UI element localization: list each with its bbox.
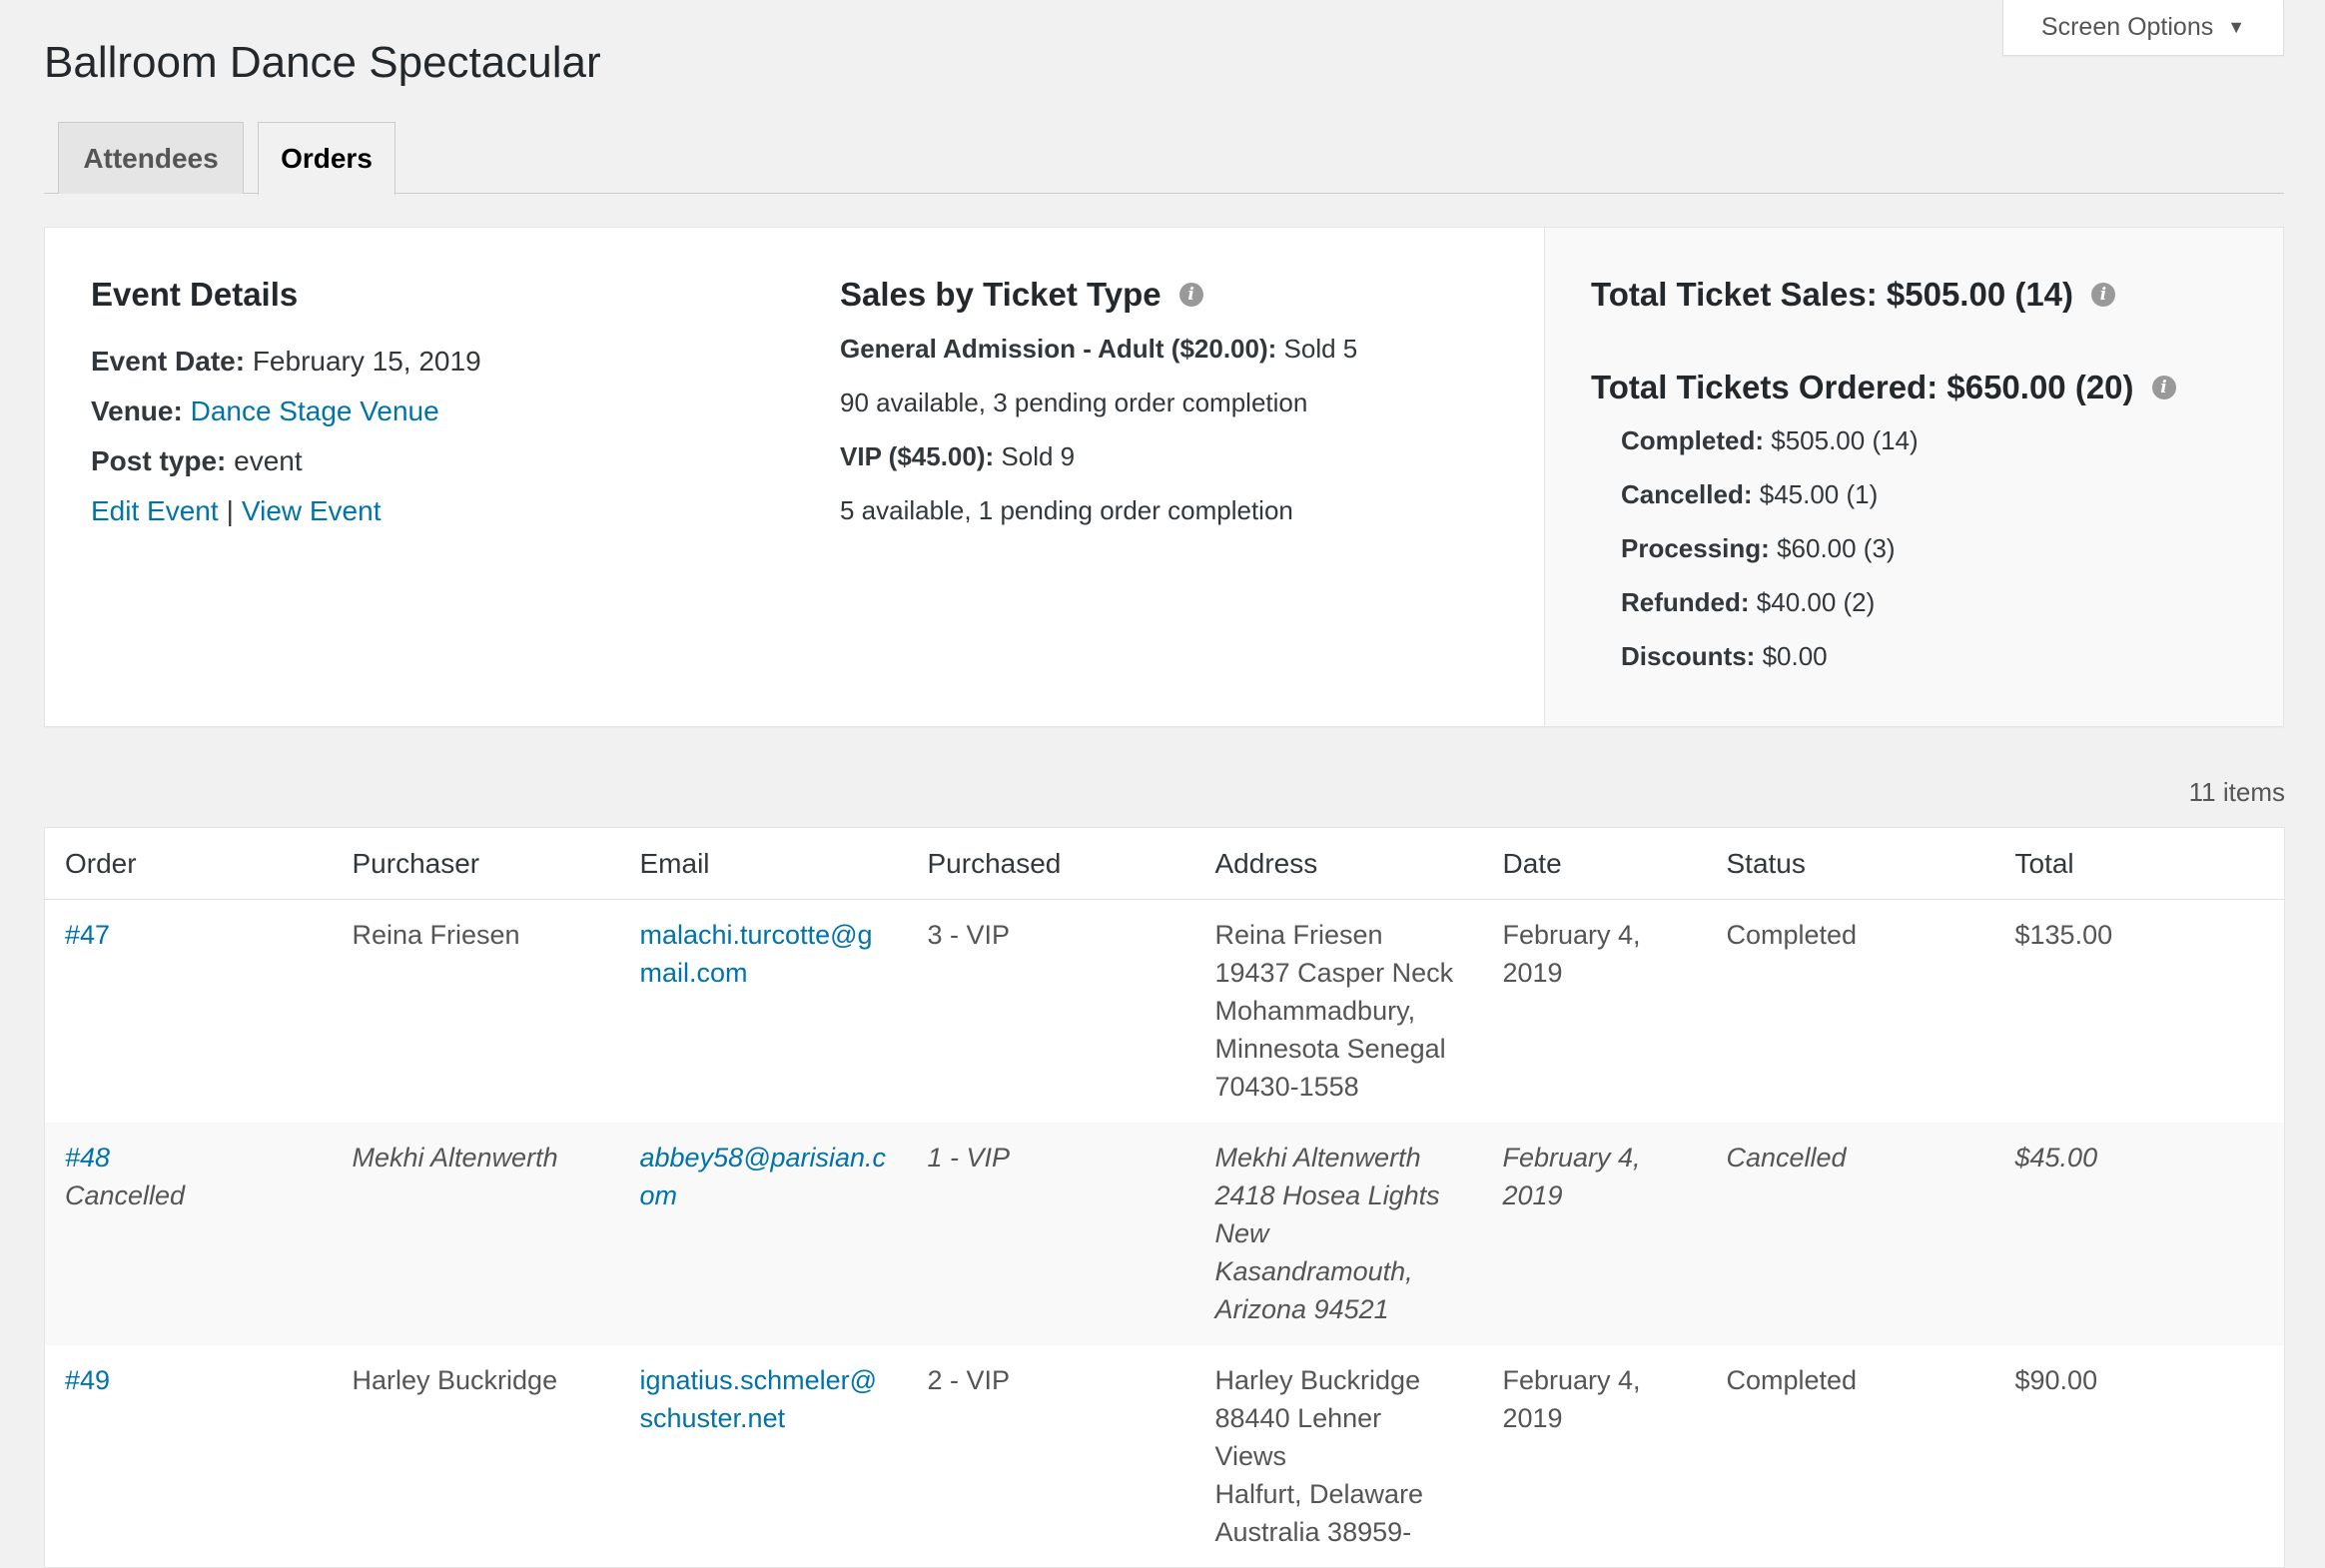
ticket-availability: 5 available, 1 pending order completion (840, 495, 1293, 525)
purchaser-cell: Harley Buckridge (352, 1364, 558, 1395)
column-header-address[interactable]: Address (1194, 827, 1483, 900)
tab-bar: Attendees Orders (44, 122, 2284, 195)
info-icon[interactable]: i (1178, 283, 1203, 307)
orders-table: Order Purchaser Email Purchased Address … (44, 827, 2285, 1568)
total-ticket-sales: Total Ticket Sales: $505.00 (14) i (1591, 276, 2116, 314)
screen-options-button[interactable]: Screen Options ▼ (2002, 0, 2284, 56)
ticket-type-line: General Admission - Adult ($20.00): Sold… (840, 334, 1358, 364)
event-links: Edit Event | View Event (91, 495, 381, 527)
address-cell: Mekhi Altenwerth 2418 Hosea Lights New Kasa… (1194, 1122, 1483, 1345)
totals-section: Total Ticket Sales: $505.00 (14) i Total … (1544, 228, 2283, 726)
status-cell: Cancelled (1706, 1122, 1995, 1345)
purchased-cell: 1 - VIP (907, 1122, 1195, 1345)
email-cell: ignatius.schmeler@schuster.net (620, 1345, 908, 1568)
tab-attendees[interactable]: Attendees (58, 122, 244, 194)
email-cell: malachi.turcotte@gmail.com (620, 900, 908, 1123)
screen-options-label: Screen Options (2040, 13, 2214, 41)
email-cell: abbey58@parisian.com (619, 1122, 908, 1345)
order-link[interactable]: #47 (65, 920, 110, 950)
order-cell: #49 (45, 1345, 333, 1568)
email-link[interactable]: malachi.turcotte@gmail.com (640, 920, 873, 988)
ticket-availability: 90 available, 3 pending order completion (840, 388, 1308, 417)
post-type-value: event (234, 445, 303, 476)
table-row: #47 Reina Friesen malachi.turcotte@gmail… (45, 900, 2285, 1123)
date-cell: February 4, 2019 (1502, 1364, 1641, 1433)
breakdown-cancelled: Cancelled: $45.00 (1) (1621, 479, 1879, 509)
post-type-line: Post type: event (91, 445, 303, 476)
address-cell: Harley Buckridge 88440 Lehner Views Halfurt… (1214, 1364, 1424, 1547)
table-header-row: Order Purchaser Email Purchased Address … (44, 827, 2285, 900)
sales-by-ticket-type-heading: Sales by Ticket Type i (840, 276, 1203, 314)
status-cell: Completed (1726, 920, 1858, 950)
table-row: #48 Cancelled Mekhi Altenwerth abbey58@pa… (44, 1122, 2285, 1345)
purchaser-cell: Mekhi Altenwerth (332, 1122, 620, 1345)
order-cell: #47 (45, 900, 333, 1123)
link-separator: | (226, 495, 234, 526)
total-cell: $45.00 (1994, 1122, 2285, 1345)
edit-event-link[interactable]: Edit Event (91, 495, 219, 526)
order-note: Cancelled (65, 1179, 186, 1210)
order-link[interactable]: #49 (65, 1365, 110, 1395)
email-link[interactable]: abbey58@parisian.com (640, 1143, 887, 1210)
status-cell: Completed (1726, 1364, 1858, 1395)
date-cell: February 4, 2019 (1502, 920, 1641, 988)
column-header-purchaser[interactable]: Purchaser (332, 827, 620, 900)
column-header-date[interactable]: Date (1482, 827, 1707, 900)
event-summary-panel: Event Details Event Date: February 15, 2… (44, 227, 2284, 727)
caret-down-icon: ▼ (2227, 17, 2246, 37)
order-link[interactable]: #48 (65, 1143, 110, 1173)
column-header-status[interactable]: Status (1706, 827, 1995, 900)
venue-link[interactable]: Dance Stage Venue (191, 395, 439, 426)
column-header-order[interactable]: Order (44, 827, 333, 900)
venue-line: Venue: Dance Stage Venue (91, 395, 439, 426)
items-count: 11 items (2188, 777, 2285, 807)
email-link[interactable]: ignatius.schmeler@schuster.net (640, 1365, 878, 1433)
view-event-link[interactable]: View Event (242, 495, 382, 526)
info-icon[interactable]: i (2151, 376, 2176, 399)
date-cell: February 4, 2019 (1482, 1122, 1707, 1345)
purchased-cell: 2 - VIP (927, 1364, 1011, 1395)
breakdown-processing: Processing: $60.00 (3) (1621, 533, 1896, 563)
purchased-cell: 3 - VIP (927, 920, 1011, 950)
total-cell: $90.00 (2014, 1364, 2098, 1395)
column-header-email[interactable]: Email (619, 827, 908, 900)
column-header-purchased[interactable]: Purchased (907, 827, 1195, 900)
breakdown-discounts: Discounts: $0.00 (1621, 641, 1828, 671)
column-header-total[interactable]: Total (1994, 827, 2285, 900)
table-row: #49 Harley Buckridge ignatius.schmeler@s… (45, 1345, 2285, 1568)
tab-orders[interactable]: Orders (258, 122, 395, 195)
total-cell: $135.00 (2014, 920, 2113, 950)
breakdown-completed: Completed: $505.00 (14) (1621, 425, 1919, 455)
breakdown-refunded: Refunded: $40.00 (2) (1621, 587, 1876, 617)
purchaser-cell: Reina Friesen (352, 920, 520, 950)
info-icon[interactable]: i (2091, 283, 2116, 307)
page-title: Ballroom Dance Spectacular (44, 38, 601, 87)
ticket-type-line: VIP ($45.00): Sold 9 (840, 441, 1076, 471)
event-details-heading: Event Details (91, 276, 299, 313)
total-tickets-ordered: Total Tickets Ordered: $650.00 (20) i (1591, 369, 2176, 406)
order-cell: #48 Cancelled (44, 1122, 333, 1345)
event-date-line: Event Date: February 15, 2019 (91, 346, 481, 377)
address-cell: Reina Friesen 19437 Casper Neck Mohammadbu… (1214, 920, 1454, 1102)
event-date-value: February 15, 2019 (252, 346, 481, 377)
